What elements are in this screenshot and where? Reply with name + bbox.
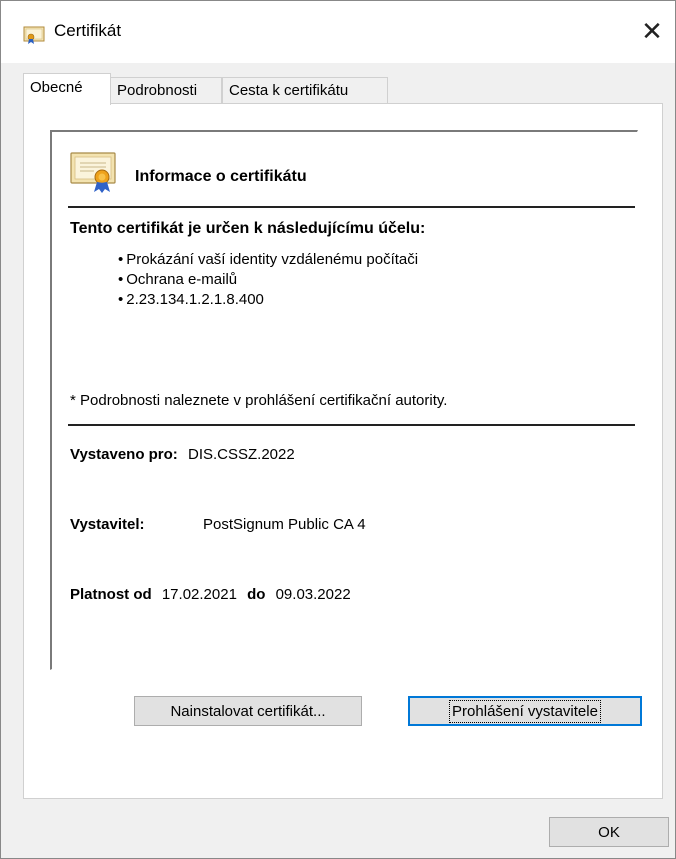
issued-to-label: Vystaveno pro: — [70, 446, 178, 463]
list-item: Prokázání vaší identity vzdálenému počít… — [118, 250, 418, 270]
certificate-info-box: Informace o certifikátu Tento certifikát… — [50, 130, 638, 670]
divider — [68, 424, 635, 426]
install-certificate-label[interactable]: Nainstalovat certifikát... — [170, 703, 325, 720]
tab-panel-general: Informace o certifikátu Tento certifikát… — [23, 103, 663, 799]
issuer-value: PostSignum Public CA 4 — [203, 516, 366, 533]
valid-from-value: 17.02.2021 — [161, 586, 237, 603]
issuer-row: Vystavitel: PostSignum Public CA 4 — [70, 516, 366, 533]
ok-button[interactable]: OK — [549, 817, 669, 847]
valid-to-value: 09.03.2022 — [275, 586, 351, 603]
install-certificate-button[interactable]: Nainstalovat certifikát... — [134, 696, 362, 726]
purpose-heading: Tento certifikát je určen k následujícím… — [70, 220, 426, 237]
authority-note: * Podrobnosti naleznete v prohlášení cer… — [70, 392, 448, 409]
divider — [68, 206, 635, 208]
issuer-label: Vystavitel: — [70, 516, 145, 533]
issued-to-value: DIS.CSSZ.2022 — [187, 446, 295, 463]
valid-to-label: do — [247, 586, 266, 603]
purpose-list: Prokázání vaší identity vzdálenému počít… — [118, 250, 418, 310]
certificate-icon — [23, 26, 45, 44]
tab-general[interactable]: Obecné — [23, 73, 111, 105]
certificate-dialog: Certifikát ✕ Obecné Podrobnosti Cesta k … — [0, 0, 676, 859]
certificate-info-title: Informace o certifikátu — [135, 168, 307, 185]
issuer-statement-label[interactable]: Prohlášení vystavitele — [449, 699, 601, 723]
valid-from-label: Platnost od — [70, 586, 152, 603]
close-button[interactable]: ✕ — [629, 1, 675, 61]
validity-row: Platnost od 17.02.2021 do 09.03.2022 — [70, 586, 351, 603]
close-icon[interactable]: ✕ — [641, 16, 663, 47]
window-title: Certifikát — [54, 21, 122, 40]
list-item: Ochrana e-mailů — [118, 270, 418, 290]
list-item: 2.23.134.1.2.1.8.400 — [118, 290, 418, 310]
tab-details[interactable]: Podrobnosti — [110, 77, 222, 103]
issued-to-row: Vystaveno pro: DIS.CSSZ.2022 — [70, 446, 295, 463]
tab-certification-path[interactable]: Cesta k certifikátu — [222, 77, 388, 103]
ok-label[interactable]: OK — [598, 824, 620, 841]
title-bar: Certifikát ✕ — [1, 1, 675, 63]
certificate-ribbon-icon — [70, 152, 116, 193]
issuer-statement-button[interactable]: Prohlášení vystavitele — [408, 696, 642, 726]
